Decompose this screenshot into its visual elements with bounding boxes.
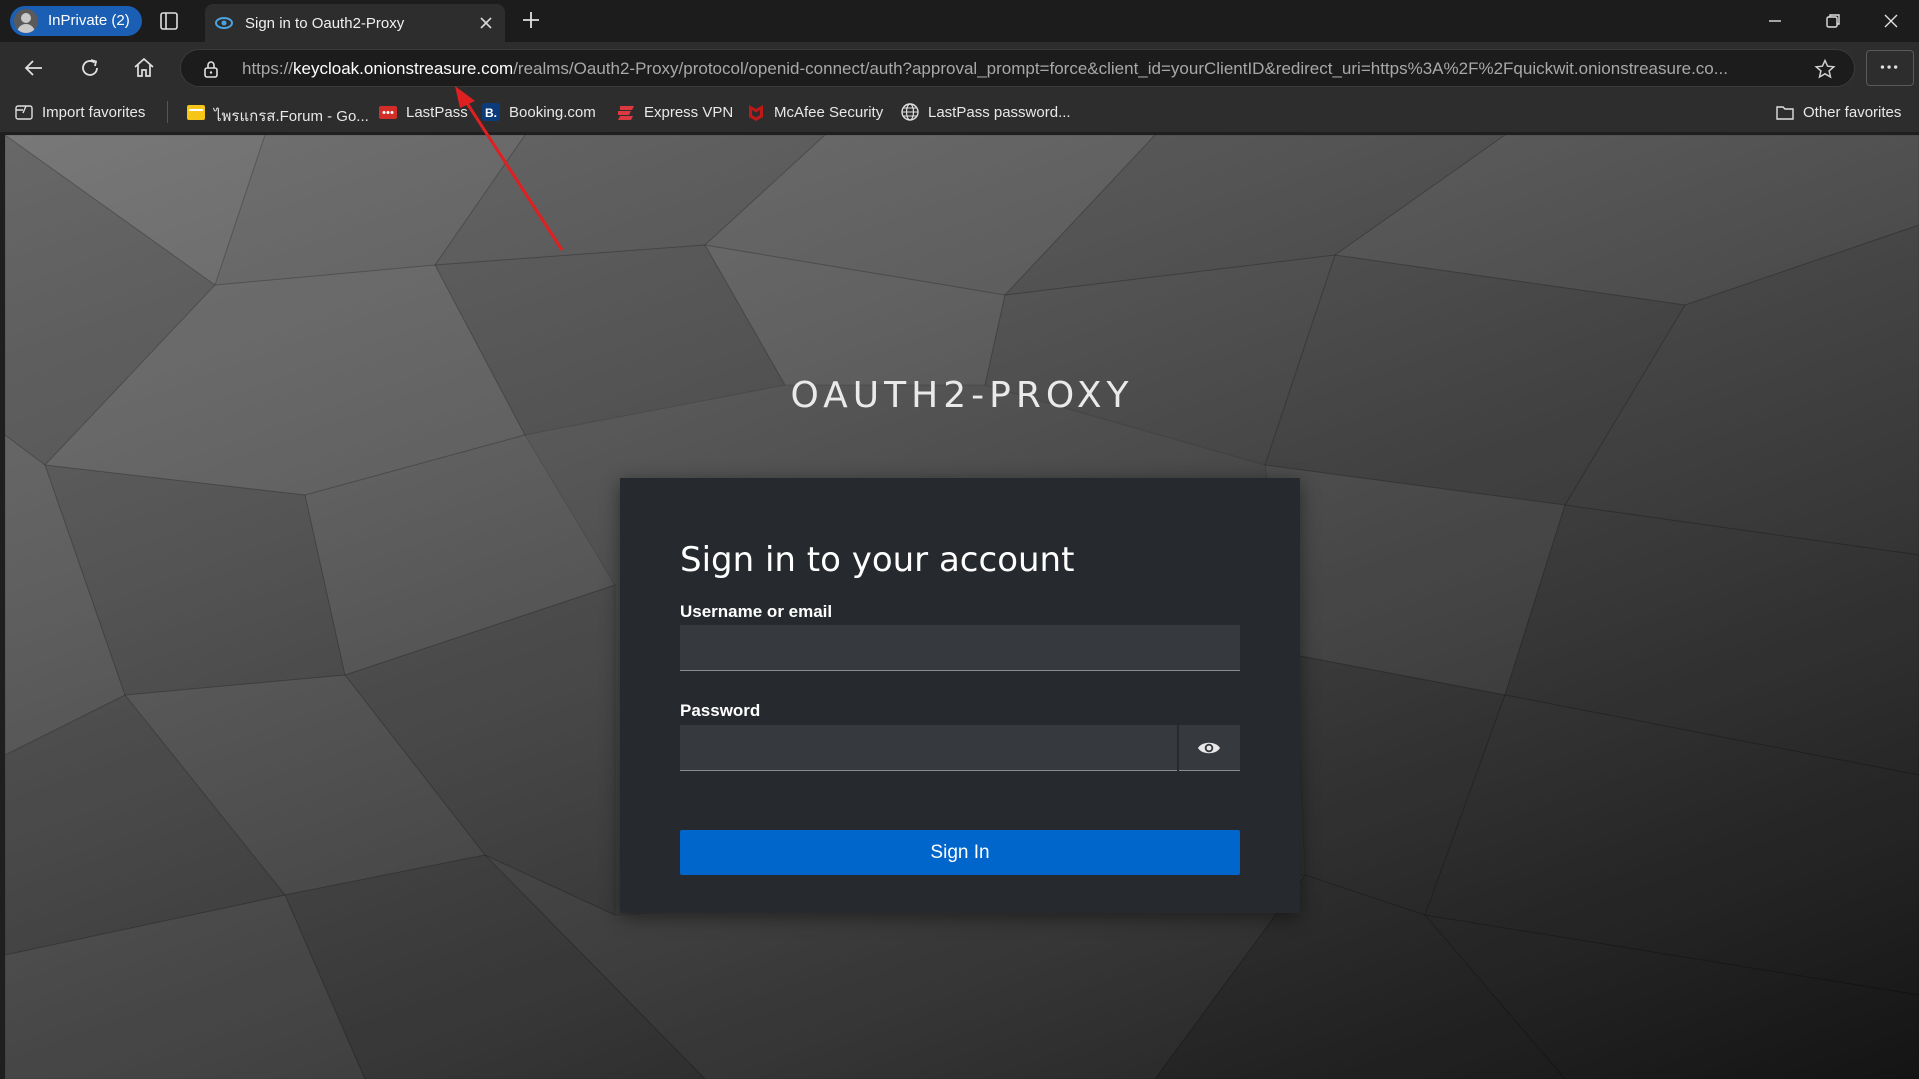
navigation-bar: https://keycloak.onionstreasure.com/real… <box>0 42 1919 92</box>
tab-actions-icon[interactable] <box>158 10 180 32</box>
password-input[interactable] <box>680 725 1177 770</box>
favorite-label: LastPass password... <box>928 104 1071 121</box>
favorite-label: LastPass <box>406 104 468 121</box>
settings-more-button[interactable] <box>1866 50 1914 86</box>
realm-brand-title: OAUTH2-PROXY <box>790 375 1134 416</box>
globe-icon <box>901 103 919 121</box>
home-icon[interactable] <box>131 55 157 81</box>
password-field-wrapper <box>680 725 1177 771</box>
login-heading: Sign in to your account <box>680 540 1075 580</box>
address-bar[interactable]: https://keycloak.onionstreasure.com/real… <box>180 49 1855 87</box>
booking-icon: B. <box>482 103 500 121</box>
favorite-label: Express VPN <box>644 104 734 121</box>
new-tab-icon[interactable] <box>520 9 542 31</box>
more-dots-icon <box>1880 65 1898 69</box>
show-password-button[interactable] <box>1179 725 1240 771</box>
password-label: Password <box>680 701 761 720</box>
close-tab-icon[interactable] <box>477 14 495 32</box>
favorites-bar: Import favorites ไพรแกรส.Forum - Go... L… <box>0 92 1919 132</box>
username-field-wrapper <box>680 625 1240 671</box>
avatar-icon <box>14 9 38 33</box>
folder-icon <box>187 105 205 120</box>
lock-icon[interactable] <box>201 59 221 79</box>
lastpass-icon <box>379 106 397 119</box>
url-path: /realms/Oauth2-Proxy/protocol/openid-con… <box>513 59 1728 78</box>
favorite-label: Booking.com <box>509 104 596 121</box>
tab-favicon-icon <box>215 17 233 29</box>
mcafee-icon <box>749 105 763 121</box>
tab-sign-in[interactable]: Sign in to Oauth2-Proxy <box>205 4 505 42</box>
expressvpn-icon <box>618 106 634 120</box>
restore-icon[interactable] <box>1822 10 1844 32</box>
tab-title: Sign in to Oauth2-Proxy <box>245 15 405 32</box>
minimize-icon[interactable] <box>1764 10 1786 32</box>
import-icon <box>15 105 33 120</box>
favorites-divider <box>167 101 168 123</box>
login-page: OAUTH2-PROXY Sign in to your account Use… <box>5 135 1919 1079</box>
other-favorites-label: Other favorites <box>1803 104 1902 121</box>
svg-text:B.: B. <box>485 106 497 120</box>
sign-in-button[interactable]: Sign In <box>680 830 1240 875</box>
username-input[interactable] <box>680 625 1240 670</box>
url-scheme: https:// <box>242 59 294 78</box>
favorite-star-icon[interactable] <box>1814 58 1836 80</box>
url-text[interactable]: https://keycloak.onionstreasure.com/real… <box>242 59 1782 79</box>
login-card: Sign in to your account Username or emai… <box>620 478 1300 913</box>
inprivate-profile-button[interactable]: InPrivate (2) <box>10 6 142 36</box>
favorite-label: Import favorites <box>42 104 146 121</box>
inprivate-label: InPrivate (2) <box>48 12 130 29</box>
username-label: Username or email <box>680 602 833 621</box>
refresh-icon[interactable] <box>77 55 103 81</box>
favorite-label: ไพรแกรส.Forum - Go... <box>214 108 369 125</box>
folder-outline-icon <box>1776 106 1794 120</box>
url-host: keycloak.onionstreasure.com <box>293 59 514 78</box>
browser-titlebar: InPrivate (2) Sign in to Oauth2-Proxy <box>0 0 1919 42</box>
password-group <box>680 725 1240 771</box>
eye-icon <box>1198 742 1220 754</box>
close-window-icon[interactable] <box>1880 10 1902 32</box>
favorite-label: McAfee Security <box>774 104 884 121</box>
back-icon[interactable] <box>21 55 47 81</box>
